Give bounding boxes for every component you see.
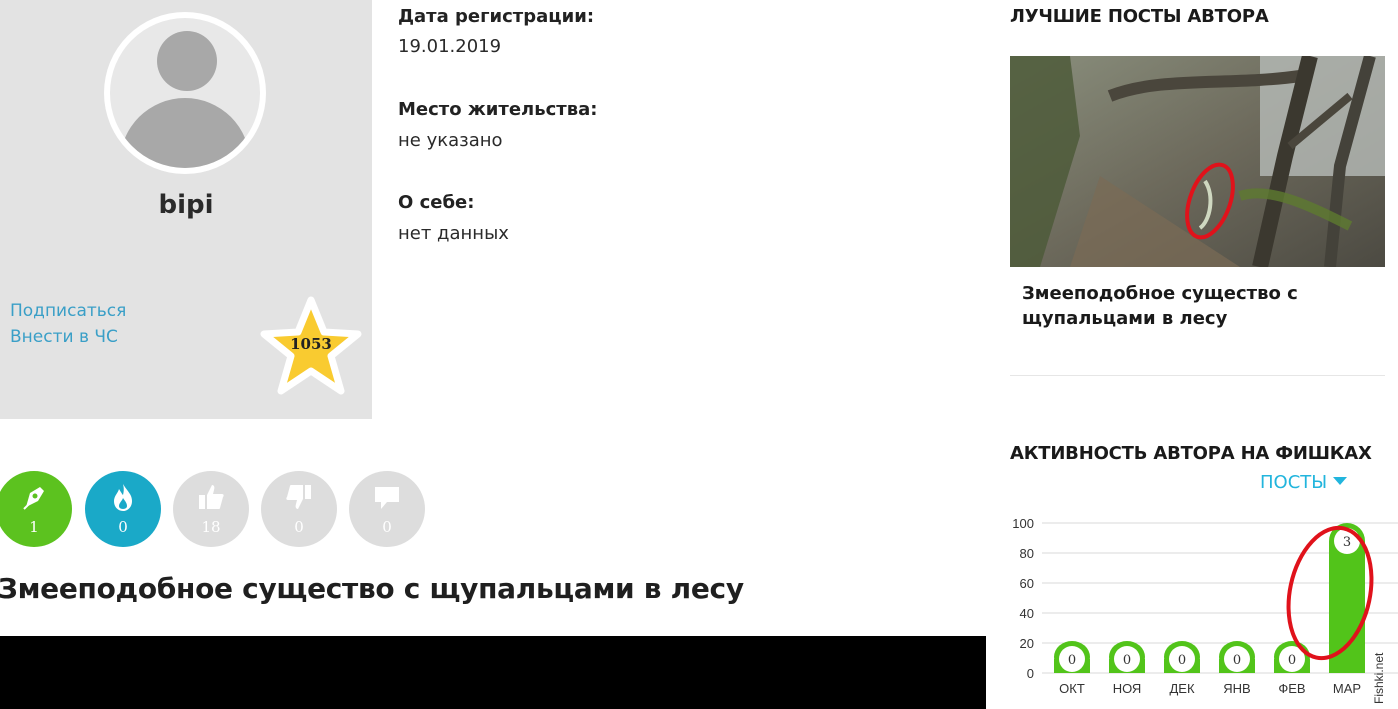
y-tick-label: 20 bbox=[1020, 636, 1034, 651]
likes-count: 18 bbox=[201, 518, 221, 536]
posts-count: 1 bbox=[29, 518, 39, 536]
avatar-placeholder-icon bbox=[110, 18, 260, 168]
pen-icon bbox=[23, 487, 44, 510]
watermark: Fishki.net bbox=[1372, 652, 1386, 704]
y-tick-label: 80 bbox=[1020, 546, 1034, 561]
avatar[interactable] bbox=[104, 12, 266, 174]
post-title[interactable]: Змееподобное существо с щупальцами в лес… bbox=[0, 572, 744, 605]
x-tick-label: НОЯ bbox=[1113, 681, 1142, 696]
about-label: О себе: bbox=[398, 192, 475, 213]
rating-value: 1053 bbox=[290, 335, 332, 353]
comments-count-button[interactable]: 0 bbox=[349, 471, 425, 547]
x-tick-label: ОКТ bbox=[1059, 681, 1085, 696]
activity-type-label: ПОСТЫ bbox=[1260, 472, 1328, 493]
profile-card: bipi Подписаться Внести в ЧС 1053 bbox=[0, 0, 372, 419]
comments-count: 0 bbox=[382, 518, 392, 536]
about-value: нет данных bbox=[398, 223, 509, 244]
best-post-title[interactable]: Змееподобное существо с щупальцами в лес… bbox=[1022, 281, 1352, 331]
location-value: не указано bbox=[398, 130, 503, 151]
best-post-thumbnail[interactable] bbox=[1010, 56, 1385, 267]
username: bipi bbox=[158, 190, 214, 220]
bar-value-label: 3 bbox=[1343, 535, 1351, 550]
y-tick-label: 100 bbox=[1012, 516, 1034, 531]
thumbs-down-icon bbox=[286, 485, 311, 509]
bar-value-label: 0 bbox=[1233, 653, 1241, 668]
x-tick-label: ЯНВ bbox=[1223, 681, 1250, 696]
activity-chart: 0 20 40 60 80 100 0 ОКТ 0 НОЯ 0 ДЕК 0 ЯНВ 0 ФЕВ 3 МАР bbox=[1012, 516, 1398, 696]
fire-icon bbox=[114, 484, 132, 511]
fire-count: 0 bbox=[118, 518, 128, 536]
y-tick-label: 0 bbox=[1027, 666, 1034, 681]
bar-value-label: 0 bbox=[1068, 653, 1076, 668]
dislikes-count-button[interactable]: 0 bbox=[261, 471, 337, 547]
best-posts-heading: ЛУЧШИЕ ПОСТЫ АВТОРА bbox=[1010, 6, 1269, 27]
fire-count-button[interactable]: 0 bbox=[85, 471, 161, 547]
x-tick-label: ДЕК bbox=[1169, 681, 1194, 696]
registration-value: 19.01.2019 bbox=[398, 36, 502, 57]
bar-value-label: 0 bbox=[1178, 653, 1186, 668]
thumbs-up-icon bbox=[199, 485, 224, 509]
dislikes-count: 0 bbox=[294, 518, 304, 536]
registration-label: Дата регистрации: bbox=[398, 6, 595, 27]
activity-type-dropdown[interactable]: ПОСТЫ bbox=[1260, 472, 1348, 493]
location-label: Место жительства: bbox=[398, 99, 598, 120]
comment-icon bbox=[375, 487, 399, 509]
posts-count-button[interactable]: 1 bbox=[0, 471, 72, 547]
y-tick-label: 60 bbox=[1020, 576, 1034, 591]
subscribe-link[interactable]: Подписаться bbox=[10, 301, 126, 321]
bar-value-label: 0 bbox=[1288, 653, 1296, 668]
divider bbox=[1010, 375, 1385, 376]
bar-value-label: 0 bbox=[1123, 653, 1131, 668]
y-tick-label: 40 bbox=[1020, 606, 1034, 621]
chevron-down-icon bbox=[1333, 477, 1348, 485]
x-tick-label: МАР bbox=[1333, 681, 1361, 696]
likes-count-button[interactable]: 18 bbox=[173, 471, 249, 547]
x-tick-label: ФЕВ bbox=[1278, 681, 1305, 696]
activity-heading: АКТИВНОСТЬ АВТОРА НА ФИШКАХ bbox=[1010, 443, 1372, 464]
video-player[interactable] bbox=[0, 636, 986, 709]
blacklist-link[interactable]: Внести в ЧС bbox=[10, 327, 118, 347]
